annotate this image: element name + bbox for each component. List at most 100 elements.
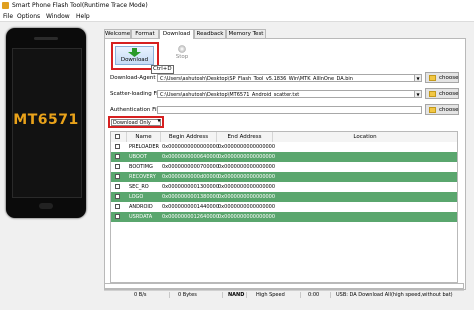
row-name: BOOTIMG	[129, 164, 153, 170]
scatter-label: Scatter-loading File	[110, 91, 163, 97]
table-row[interactable]: SEC_RO 0x0000000001300000 0x00000000000000…	[111, 182, 457, 192]
tab-download[interactable]: Download	[159, 29, 194, 39]
row-checkbox[interactable]	[115, 144, 120, 149]
menu-window[interactable]: Window	[46, 13, 70, 20]
download-agent-value: C:\Users\ashutosh\Desktop\SP_Flash_Tool_…	[160, 76, 353, 82]
app-icon	[2, 2, 9, 9]
header-end-address[interactable]: End Address	[217, 132, 273, 142]
table-row[interactable]: USRDATA 0x0000000012640000 0x0000000000000…	[111, 212, 457, 222]
tab-format[interactable]: Format	[131, 29, 159, 38]
row-end-address: 0x0000000000000000	[218, 144, 276, 150]
table-row[interactable]: UBOOT 0x0000000000640000 0x000000000000000…	[111, 152, 457, 162]
status-storage: NAND	[228, 292, 245, 298]
choose-label: choose	[439, 91, 459, 97]
row-end-address: 0x0000000000000000	[218, 214, 276, 220]
phone-home-button	[39, 203, 53, 209]
stop-icon	[178, 45, 186, 53]
row-end-address: 0x0000000000000000	[218, 154, 276, 160]
progress-bar	[104, 283, 464, 289]
status-divider	[222, 292, 223, 298]
chevron-down-icon[interactable]: ▼	[156, 118, 162, 126]
download-agent-field[interactable]: C:\Users\ashutosh\Desktop\SP_Flash_Tool_…	[157, 74, 422, 82]
row-begin-address: 0x0000000012640000	[162, 214, 220, 220]
download-mode-select[interactable]: Download Only ▼	[108, 116, 164, 128]
folder-icon	[429, 91, 436, 97]
folder-icon	[429, 107, 436, 113]
header-name[interactable]: Name	[127, 132, 161, 142]
menu-bar: File Options Window Help	[0, 11, 474, 22]
row-name: PRELOADER	[129, 144, 160, 150]
tab-readback[interactable]: Readback	[194, 29, 226, 38]
row-end-address: 0x0000000000000000	[218, 174, 276, 180]
status-time: 0:00	[308, 292, 320, 298]
row-begin-address: 0x0000000001380000	[162, 194, 220, 200]
row-begin-address: 0x0000000000700000	[162, 164, 220, 170]
row-checkbox[interactable]	[115, 184, 120, 189]
status-divider	[330, 292, 331, 298]
status-bar: 0 B/s 0 Bytes NAND High Speed 0:00 USB: …	[104, 290, 464, 299]
status-divider	[300, 292, 301, 298]
scatter-value: C:\Users\ashutosh\Desktop\MT6571_Android…	[160, 92, 300, 98]
row-name: USRDATA	[129, 214, 153, 220]
row-end-address: 0x0000000000000000	[218, 194, 276, 200]
choose-download-agent-button[interactable]: choose	[425, 72, 459, 83]
status-message: USB: DA Download All(high speed,without …	[336, 292, 453, 298]
menu-help[interactable]: Help	[76, 13, 90, 20]
table-row[interactable]: RECOVERY 0x0000000000d00000 0x000000000000…	[111, 172, 457, 182]
row-checkbox[interactable]	[115, 214, 120, 219]
row-name: UBOOT	[129, 154, 147, 160]
row-checkbox[interactable]	[115, 194, 120, 199]
row-checkbox[interactable]	[115, 204, 120, 209]
row-end-address: 0x0000000000000000	[218, 204, 276, 210]
auth-field[interactable]	[157, 106, 422, 114]
chevron-down-icon[interactable]: ▼	[414, 75, 421, 81]
header-checkbox[interactable]	[111, 132, 127, 142]
stop-button[interactable]: Stop	[172, 44, 192, 62]
select-all-checkbox[interactable]	[115, 134, 120, 139]
table-row[interactable]: BOOTIMG 0x0000000000700000 0x0000000000000…	[111, 162, 457, 172]
download-arrow-icon	[128, 48, 141, 57]
row-begin-address: 0x0000000000d00000	[162, 174, 220, 180]
title-bar: Smart Phone Flash Tool(Runtime Trace Mod…	[0, 0, 474, 11]
auth-label: Authentication File	[110, 107, 162, 113]
row-name: ANDROID	[129, 204, 153, 210]
choose-auth-button[interactable]: choose	[425, 104, 459, 115]
table-row[interactable]: ANDROID 0x0000000001440000 0x0000000000000…	[111, 202, 457, 212]
partition-table: Name Begin Address End Address Location …	[110, 131, 458, 283]
stop-button-label: Stop	[175, 54, 189, 60]
row-checkbox[interactable]	[115, 164, 120, 169]
download-button-label: Download	[120, 57, 149, 63]
header-location[interactable]: Location	[273, 132, 457, 142]
menu-file[interactable]: File	[3, 13, 13, 20]
folder-icon	[429, 75, 436, 81]
row-checkbox[interactable]	[115, 174, 120, 179]
row-name: LOGO	[129, 194, 144, 200]
row-end-address: 0x0000000000000000	[218, 184, 276, 190]
tab-memory-test[interactable]: Memory Test	[226, 29, 266, 38]
status-divider	[246, 292, 247, 298]
row-checkbox[interactable]	[115, 154, 120, 159]
download-mode-value: Download Only	[111, 119, 161, 126]
row-begin-address: 0x0000000001300000	[162, 184, 220, 190]
row-end-address: 0x0000000000000000	[218, 164, 276, 170]
shortcut-tooltip: Ctrl+D	[151, 65, 174, 74]
status-speed: 0 B/s	[134, 292, 147, 298]
scatter-field[interactable]: C:\Users\ashutosh\Desktop\MT6571_Android…	[157, 90, 422, 98]
choose-label: choose	[439, 75, 459, 81]
table-row[interactable]: PRELOADER 0x0000000000000000 0x00000000000…	[111, 142, 457, 152]
tab-welcome[interactable]: Welcome	[104, 29, 131, 38]
choose-scatter-button[interactable]: choose	[425, 88, 459, 99]
window-title: Smart Phone Flash Tool(Runtime Trace Mod…	[12, 2, 148, 9]
chevron-down-icon[interactable]: ▼	[414, 91, 421, 97]
menu-options[interactable]: Options	[17, 13, 40, 20]
phone-illustration: MT6571	[6, 28, 86, 218]
header-begin-address[interactable]: Begin Address	[161, 132, 217, 142]
row-begin-address: 0x0000000001440000	[162, 204, 220, 210]
row-name: RECOVERY	[129, 174, 156, 180]
row-begin-address: 0x0000000000640000	[162, 154, 220, 160]
table-row[interactable]: LOGO 0x0000000001380000 0x0000000000000000	[111, 192, 457, 202]
phone-speaker	[34, 37, 58, 40]
row-name: SEC_RO	[129, 184, 149, 190]
status-usb-speed: High Speed	[256, 292, 285, 298]
chip-label: MT6571	[13, 112, 79, 128]
